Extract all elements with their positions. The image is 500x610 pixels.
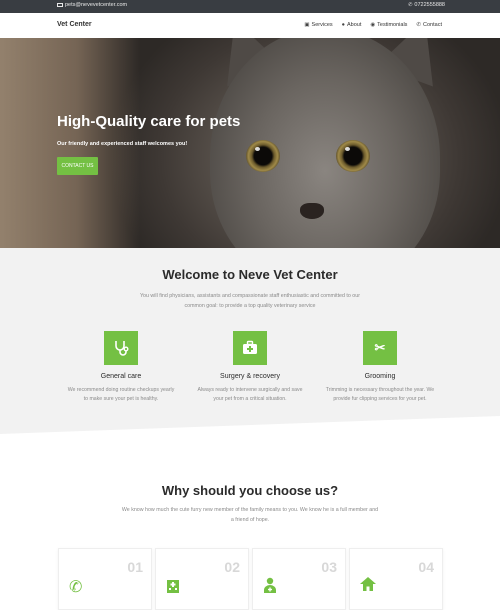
feature-icon-box <box>233 331 267 365</box>
contact-us-button[interactable]: CONTACT US <box>57 157 98 175</box>
feature-icon-box <box>104 331 138 365</box>
topbar-email[interactable]: pets@nevevetcenter.com <box>57 2 127 8</box>
nav-label: Contact <box>423 22 442 28</box>
nav-item-services[interactable]: ▣ Services <box>304 22 332 28</box>
cat-eye-left <box>246 140 280 172</box>
services-icon: ▣ <box>304 22 310 28</box>
why-text: We know how much the cute furry new memb… <box>121 507 379 523</box>
hospital-icon <box>166 577 180 598</box>
medkit-icon <box>243 340 257 354</box>
nav-label: Services <box>311 22 333 28</box>
phone-icon: ✆ <box>416 22 422 28</box>
why-card-01: 01 ✆ <box>58 548 152 610</box>
why-card-02: 02 <box>155 548 249 610</box>
cat-photo <box>210 38 440 248</box>
stethoscope-icon <box>115 341 129 356</box>
welcome-title: Welcome to Neve Vet Center <box>162 267 338 282</box>
envelope-icon <box>57 3 63 7</box>
hero-subtitle: Our friendly and experienced staff welco… <box>57 141 188 147</box>
card-number: 04 <box>418 559 434 575</box>
main-nav: ▣ Services ● About ◉ Testimonials ✆ Cont… <box>304 22 442 28</box>
feature-title: Grooming <box>364 373 396 380</box>
feature-text: We recommend doing routine checkups year… <box>67 387 175 402</box>
home-icon <box>360 577 376 596</box>
why-card-04: 04 <box>349 548 443 610</box>
feature-general-care: General care We recommend doing routine … <box>61 331 181 404</box>
user-icon: ● <box>341 22 345 28</box>
site-brand[interactable]: Vet Center <box>57 21 92 28</box>
why-card-03: 03 <box>252 548 346 610</box>
feature-title: General care <box>100 373 142 380</box>
phone-volume-icon: ✆ <box>69 579 83 596</box>
welcome-section: Welcome to Neve Vet Center You will find… <box>0 248 500 446</box>
doctor-icon <box>263 577 277 598</box>
users-icon: ◉ <box>370 22 376 28</box>
cat-eye-right <box>336 140 370 172</box>
card-number: 02 <box>224 559 240 575</box>
nav-label: About <box>346 22 362 28</box>
feature-text: Trimming is necessary throughout the yea… <box>325 387 435 402</box>
scissors-icon: ✂ <box>374 340 386 355</box>
top-bar: pets@nevevetcenter.com ✆ 0722555888 <box>0 0 500 13</box>
why-title: Why should you choose us? <box>161 483 339 498</box>
nav-item-contact[interactable]: ✆ Contact <box>416 22 442 28</box>
section-divider <box>0 416 500 446</box>
card-number: 01 <box>127 559 143 575</box>
phone-text: 0722555888 <box>414 2 445 8</box>
feature-icon-box: ✂ <box>363 331 397 365</box>
nav-label: Testimonials <box>377 22 408 28</box>
feature-surgery-recovery: Surgery & recovery Always ready to inter… <box>190 331 310 404</box>
hero-title: High-Quality care for pets <box>57 113 241 130</box>
welcome-text: You will find physicians, assistants and… <box>140 293 360 309</box>
cat-nose <box>300 203 324 219</box>
feature-text: Always ready to intervene surgically and… <box>197 387 303 402</box>
topbar-phone[interactable]: ✆ 0722555888 <box>408 2 445 8</box>
email-text: pets@nevevetcenter.com <box>65 2 128 8</box>
nav-item-testimonials[interactable]: ◉ Testimonials <box>370 22 407 28</box>
feature-grooming: ✂ Grooming Trimming is necessary through… <box>320 331 440 404</box>
nav-item-about[interactable]: ● About <box>342 22 362 28</box>
site-header: Vet Center ▣ Services ● About ◉ Testimon… <box>0 13 500 38</box>
feature-title: Surgery & recovery <box>220 373 280 380</box>
phone-icon: ✆ <box>408 2 413 8</box>
card-number: 03 <box>321 559 337 575</box>
